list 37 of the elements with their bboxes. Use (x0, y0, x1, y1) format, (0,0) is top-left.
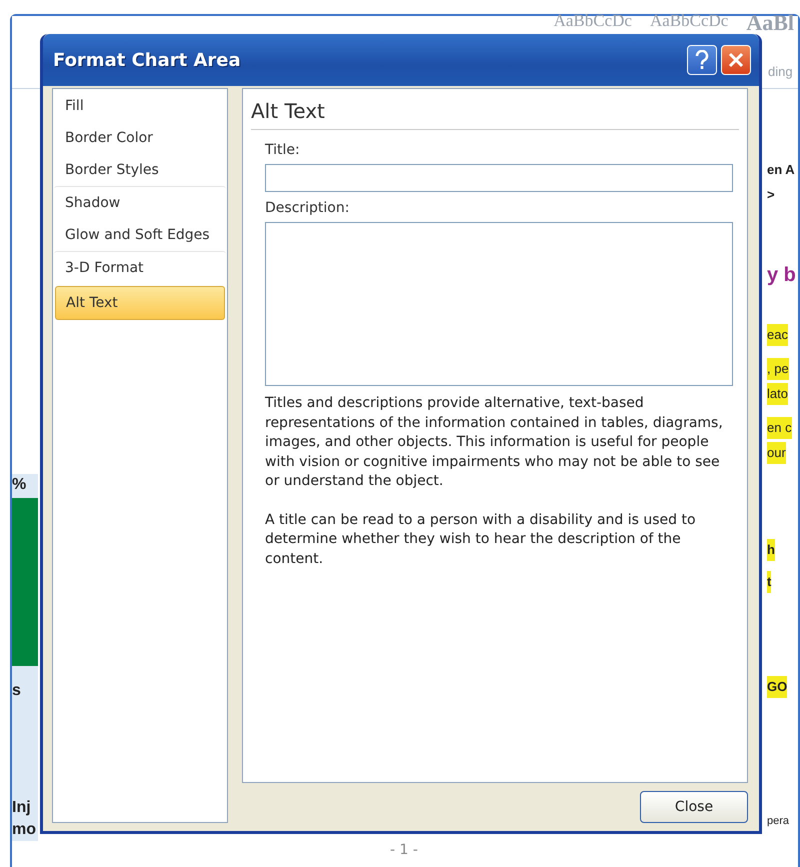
field-label: Description: (265, 200, 350, 216)
document-text: our (767, 442, 786, 464)
description-input-field[interactable] (265, 222, 733, 386)
help-text: Titles and descriptions provide alternative, text-based representations of the information contained in tables, diagrams, images, and other objects. This information is useful for people with vision or cognitive impairments who may not be able to see or understand the object. (265, 394, 724, 491)
title-input-field[interactable] (265, 164, 733, 192)
category-item[interactable]: Shadow (54, 186, 226, 219)
close-button[interactable] (721, 45, 751, 75)
help-text: A title can be read to a person with a disability and is used to determine whether they wish to hear the description of the content. (265, 510, 697, 568)
document-text: en c (767, 417, 792, 439)
category-item[interactable]: Border Color (54, 122, 226, 154)
close-icon (728, 52, 744, 68)
category-item[interactable]: Glow and Soft Edges (54, 219, 226, 251)
page-number: - 1 - (390, 842, 418, 858)
ribbon-label: ding (768, 64, 794, 79)
category-item[interactable]: Alt Text (55, 286, 225, 320)
category-item[interactable]: 3-D Format (54, 251, 226, 284)
document-text: Inj (12, 798, 32, 818)
document-text: lato (767, 383, 788, 405)
document-text: s (12, 681, 22, 701)
close-dialog-button[interactable]: Close (640, 791, 748, 823)
field-label: Title: (265, 142, 301, 158)
document-heading: y b (767, 264, 796, 286)
document-text: mo (12, 820, 37, 840)
document-text: eac (767, 324, 788, 346)
document-text: % (12, 475, 28, 495)
dialog-title: Format Chart Area (53, 50, 242, 70)
category-item[interactable]: Fill (54, 90, 226, 122)
document-text: > (767, 186, 775, 204)
document-text: en A (767, 161, 795, 179)
document-text: GO (767, 676, 788, 698)
panel-heading: Alt Text (251, 99, 739, 130)
document-text: h (767, 539, 775, 561)
document-text: pera (767, 814, 790, 829)
question-mark-icon (695, 50, 709, 70)
category-item[interactable]: Border Styles (54, 154, 226, 186)
document-text: , pe (767, 358, 789, 380)
help-button[interactable] (687, 45, 717, 75)
